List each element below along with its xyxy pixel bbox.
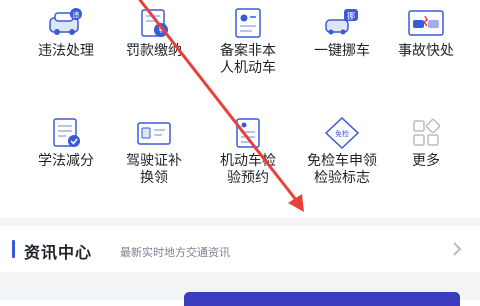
car-violation-icon: 违 xyxy=(49,8,82,35)
service-violation[interactable]: 违 违法处理 xyxy=(18,6,114,60)
vehicle-registration-icon xyxy=(235,8,261,38)
svg-text:¥: ¥ xyxy=(158,26,163,35)
service-fine-payment[interactable]: ¥ 罚款缴纳 xyxy=(106,6,202,60)
service-label: 机动车检 验预约 xyxy=(220,153,276,186)
service-label: 驾驶证补 换领 xyxy=(126,153,182,186)
more-grid-icon xyxy=(413,118,441,146)
move-car-badge: 挪 xyxy=(347,11,355,21)
service-study-law[interactable]: 学法减分 xyxy=(18,116,114,170)
chevron-right-icon[interactable] xyxy=(448,240,466,258)
service-more[interactable]: 更多 xyxy=(378,116,474,170)
service-label: 一键挪车 xyxy=(314,43,370,59)
svg-text:违: 违 xyxy=(73,11,80,19)
news-center-row[interactable]: 资讯中心 最新实时地方交通资讯 xyxy=(0,226,480,272)
license-renew-icon xyxy=(137,122,171,145)
service-grid: 违 违法处理 ¥ 罚款缴纳 备案非本 人机动车 挪 一键挪车 事故快处 学法减分… xyxy=(0,0,480,215)
exempt-badge-text: 免检 xyxy=(335,129,349,138)
service-vehicle-registration[interactable]: 备案非本 人机动车 xyxy=(200,6,296,77)
service-label: 事故快处 xyxy=(398,43,454,59)
section-accent-bar xyxy=(12,240,15,258)
service-label: 违法处理 xyxy=(38,43,94,59)
service-label: 学法减分 xyxy=(38,153,94,169)
service-label: 更多 xyxy=(412,153,440,169)
exempt-badge-icon: 免检 xyxy=(324,116,360,150)
section-divider xyxy=(0,218,480,226)
service-label: 免检车申领 检验标志 xyxy=(307,153,377,186)
service-vehicle-inspection[interactable]: 机动车检 验预约 xyxy=(200,116,296,187)
vehicle-inspection-icon xyxy=(236,118,260,148)
service-accident[interactable]: 事故快处 xyxy=(378,6,474,60)
news-subtitle: 最新实时地方交通资讯 xyxy=(120,246,230,259)
service-label: 罚款缴纳 xyxy=(126,43,182,59)
fine-payment-icon: ¥ xyxy=(141,9,168,37)
accident-icon xyxy=(408,10,444,36)
move-car-icon: 挪 xyxy=(325,9,358,35)
service-exempt-badge[interactable]: 免检 免检车申领 检验标志 xyxy=(294,116,390,187)
bottom-action-button[interactable] xyxy=(184,292,460,306)
service-move-car[interactable]: 挪 一键挪车 xyxy=(294,6,390,60)
service-label: 备案非本 人机动车 xyxy=(220,43,276,76)
news-title: 资讯中心 xyxy=(24,243,93,262)
study-law-icon xyxy=(53,118,80,147)
service-license-renew[interactable]: 驾驶证补 换领 xyxy=(106,116,202,187)
